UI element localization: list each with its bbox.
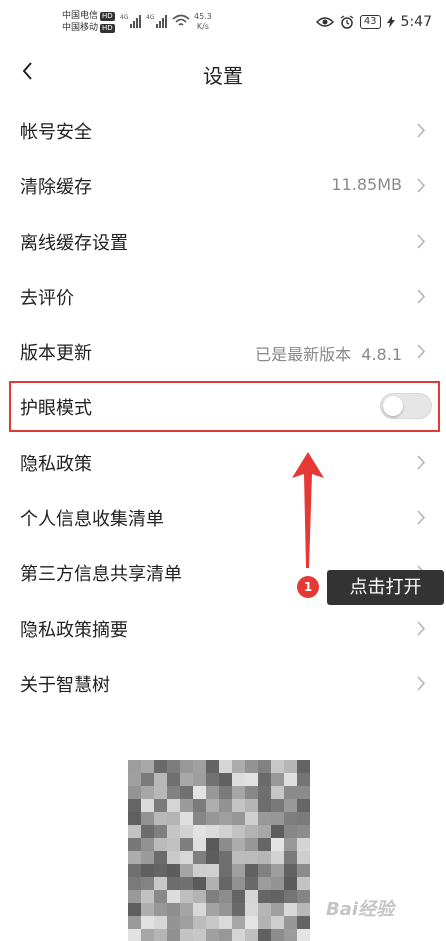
charging-icon [386,16,395,28]
settings-item-label: 隐私政策 [20,453,92,475]
version-value: 已是最新版本 4.8.1 [255,345,402,365]
chevron-right-icon [417,234,426,249]
settings-item-privacy-summary[interactable]: 隐私政策摘要 [0,601,446,656]
chevron-right-icon [417,621,426,636]
status-bar: 中国电信 HD 中国移动 HD 4G 4G 45.3 K/s 43 5:47 [0,0,446,44]
cache-size-value: 11.85MB [331,175,402,195]
settings-item-privacy-policy[interactable]: 隐私政策 [0,435,446,490]
settings-item-personal-info-list[interactable]: 个人信息收集清单 [0,490,446,545]
net-speed: 45.3 K/s [194,12,212,31]
settings-item-offline-cache[interactable]: 离线缓存设置 [0,214,446,269]
settings-item-rate[interactable]: 去评价 [0,269,446,324]
chevron-right-icon [417,344,426,359]
signal-icon: 4G [120,14,142,28]
hd-badge: HD [100,24,115,33]
qr-code-image [128,760,310,941]
settings-item-label: 帐号安全 [20,122,92,143]
signal-icon: 4G [146,14,168,28]
chevron-right-icon [417,676,426,691]
settings-item-account-security[interactable]: 帐号安全 [0,103,446,158]
carrier-1: 中国电信 [62,11,99,21]
settings-item-clear-cache[interactable]: 清除缓存 11.85MB [0,158,446,213]
alarm-icon [340,15,354,29]
hd-badge: HD [100,12,115,21]
chevron-right-icon [417,123,426,138]
page-title: 设置 [203,64,243,88]
clock: 5:47 [400,14,432,30]
settings-item-label: 个人信息收集清单 [20,509,164,531]
settings-item-version-update[interactable]: 版本更新 已是最新版本 4.8.1 [0,324,446,379]
settings-item-label: 去评价 [20,287,74,309]
settings-item-label: 关于智慧树 [20,674,110,696]
settings-item-label: 隐私政策摘要 [20,619,128,641]
carrier-2: 中国移动 [62,23,99,33]
watermark: Bai经验 [326,899,395,920]
chevron-right-icon [417,510,426,525]
settings-item-label: 离线缓存设置 [20,232,128,254]
nav-bar: 设置 [0,52,446,92]
settings-item-about[interactable]: 关于智慧树 [0,656,446,711]
battery-indicator: 43 [359,15,381,29]
status-right: 43 5:47 [315,14,432,30]
chevron-right-icon [417,289,426,304]
settings-item-label: 第三方信息共享清单 [20,564,182,586]
tooltip: 点击打开 [327,570,444,605]
step-badge: 1 [297,576,319,598]
settings-item-label: 版本更新 [20,343,92,365]
carrier-info: 中国电信 HD 中国移动 HD [62,10,115,34]
highlight-box [9,381,440,432]
chevron-right-icon [417,178,426,193]
arrow-up-icon [292,452,324,568]
chevron-right-icon [417,455,426,470]
settings-item-label: 清除缓存 [20,177,92,199]
eye-icon [315,17,334,27]
wifi-icon [172,14,190,26]
